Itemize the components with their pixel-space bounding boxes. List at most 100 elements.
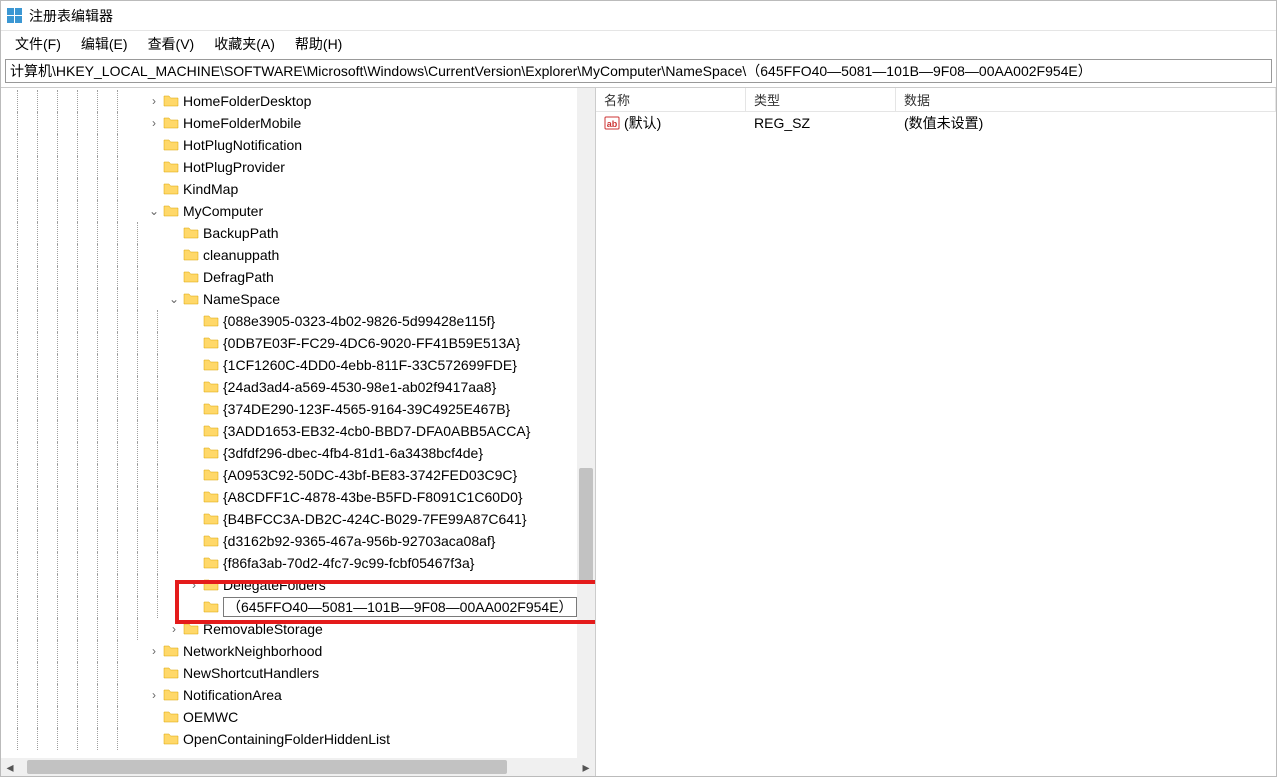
value-data: (数值未设置) (896, 113, 1276, 133)
values-list[interactable]: ab(默认)REG_SZ(数值未设置) (596, 112, 1276, 134)
tree-item-label: cleanuppath (203, 247, 279, 263)
tree-item-label: NetworkNeighborhood (183, 643, 322, 659)
tree-item[interactable]: DefragPath (1, 266, 577, 288)
folder-icon (163, 731, 179, 747)
folder-icon (203, 489, 219, 505)
folder-icon (183, 269, 199, 285)
values-header[interactable]: 名称 类型 数据 (596, 88, 1276, 112)
registry-editor-window: 注册表编辑器 文件(F) 编辑(E) 查看(V) 收藏夹(A) 帮助(H) 计算… (0, 0, 1277, 777)
tree-item-label: HotPlugProvider (183, 159, 285, 175)
scroll-thumb[interactable] (27, 760, 507, 774)
tree-item[interactable]: {A0953C92-50DC-43bf-BE83-3742FED03C9C} (1, 464, 577, 486)
folder-icon (203, 401, 219, 417)
tree-item[interactable]: KindMap (1, 178, 577, 200)
tree-item-label: HomeFolderDesktop (183, 93, 311, 109)
tree-item-label: {A8CDFF1C-4878-43be-B5FD-F8091C1C60D0} (223, 489, 523, 505)
column-data[interactable]: 数据 (896, 88, 1276, 111)
tree-item-label: DefragPath (203, 269, 274, 285)
collapse-icon[interactable]: ⌄ (167, 292, 181, 306)
tree-item-label: NameSpace (203, 291, 280, 307)
tree-item[interactable]: HotPlugProvider (1, 156, 577, 178)
menu-favorites[interactable]: 收藏夹(A) (204, 32, 285, 56)
tree-item[interactable]: OEMWC (1, 706, 577, 728)
tree-item-label: {088e3905-0323-4b02-9826-5d99428e115f} (223, 313, 495, 329)
tree-item[interactable]: {374DE290-123F-4565-9164-39C4925E467B} (1, 398, 577, 420)
tree-item[interactable]: › HomeFolderDesktop (1, 90, 577, 112)
values-panel: 名称 类型 数据 ab(默认)REG_SZ(数值未设置) (596, 88, 1276, 776)
scroll-thumb[interactable] (579, 468, 593, 583)
tree-item-rename-input[interactable] (223, 597, 577, 617)
folder-icon (183, 621, 199, 637)
folder-icon (203, 577, 219, 593)
tree-item-label: RemovableStorage (203, 621, 323, 637)
tree-item[interactable]: OpenContainingFolderHiddenList (1, 728, 577, 750)
column-name[interactable]: 名称 (596, 88, 746, 111)
folder-icon (163, 93, 179, 109)
collapse-icon[interactable]: ⌄ (147, 204, 161, 218)
tree-item[interactable]: ⌄ NameSpace (1, 288, 577, 310)
tree-item-label: OpenContainingFolderHiddenList (183, 731, 390, 747)
tree-item-label: {374DE290-123F-4565-9164-39C4925E467B} (223, 401, 510, 417)
tree-item[interactable]: {3ADD1653-EB32-4cb0-BBD7-DFA0ABB5ACCA} (1, 420, 577, 442)
tree-item[interactable] (1, 596, 577, 618)
scroll-right-button[interactable]: ▸ (577, 758, 595, 776)
value-row[interactable]: ab(默认)REG_SZ(数值未设置) (596, 112, 1276, 134)
tree-item-label: {d3162b92-9365-467a-956b-92703aca08af} (223, 533, 495, 549)
menu-edit[interactable]: 编辑(E) (71, 32, 138, 56)
menu-help[interactable]: 帮助(H) (285, 32, 352, 56)
tree-item-label: OEMWC (183, 709, 238, 725)
folder-icon (203, 335, 219, 351)
tree-item[interactable]: {3dfdf296-dbec-4fb4-81d1-6a3438bcf4de} (1, 442, 577, 464)
tree-item[interactable]: {0DB7E03F-FC29-4DC6-9020-FF41B59E513A} (1, 332, 577, 354)
folder-icon (183, 291, 199, 307)
tree-horizontal-scrollbar[interactable]: ◂ ▸ (1, 758, 595, 776)
tree-item[interactable]: {f86fa3ab-70d2-4fc7-9c99-fcbf05467f3a} (1, 552, 577, 574)
tree-item-label: {B4BFCC3A-DB2C-424C-B029-7FE99A87C641} (223, 511, 527, 527)
tree-item-label: {24ad3ad4-a569-4530-98e1-ab02f9417aa8} (223, 379, 496, 395)
column-type[interactable]: 类型 (746, 88, 896, 111)
scroll-left-button[interactable]: ◂ (1, 758, 19, 776)
menu-bar: 文件(F) 编辑(E) 查看(V) 收藏夹(A) 帮助(H) (1, 31, 1276, 57)
tree-item-label: {A0953C92-50DC-43bf-BE83-3742FED03C9C} (223, 467, 517, 483)
tree-item[interactable]: ›HomeFolderMobile (1, 112, 577, 134)
tree-item[interactable]: › RemovableStorage (1, 618, 577, 640)
tree-item[interactable]: {1CF1260C-4DD0-4ebb-811F-33C572699FDE} (1, 354, 577, 376)
tree-item[interactable]: cleanuppath (1, 244, 577, 266)
app-icon (7, 8, 23, 24)
expand-icon[interactable]: › (147, 644, 161, 658)
tree-item[interactable]: {B4BFCC3A-DB2C-424C-B029-7FE99A87C641} (1, 508, 577, 530)
folder-icon (183, 225, 199, 241)
expand-icon[interactable]: › (147, 116, 161, 130)
tree-item[interactable]: {24ad3ad4-a569-4530-98e1-ab02f9417aa8} (1, 376, 577, 398)
tree-item[interactable]: {d3162b92-9365-467a-956b-92703aca08af} (1, 530, 577, 552)
tree-item[interactable]: › NetworkNeighborhood (1, 640, 577, 662)
folder-icon (203, 357, 219, 373)
folder-icon (203, 313, 219, 329)
menu-file[interactable]: 文件(F) (5, 32, 71, 56)
tree-item-label: DelegateFolders (223, 577, 326, 593)
expand-icon[interactable]: › (147, 94, 161, 108)
folder-icon (163, 137, 179, 153)
registry-tree[interactable]: ›HomeFolderDesktop›HomeFolderMobileHotPl… (1, 88, 577, 758)
tree-item[interactable]: ›NotificationArea (1, 684, 577, 706)
tree-item[interactable]: {A8CDFF1C-4878-43be-B5FD-F8091C1C60D0} (1, 486, 577, 508)
tree-item[interactable]: NewShortcutHandlers (1, 662, 577, 684)
menu-view[interactable]: 查看(V) (138, 32, 205, 56)
folder-icon (163, 159, 179, 175)
tree-item[interactable]: › DelegateFolders (1, 574, 577, 596)
folder-icon (163, 687, 179, 703)
window-title: 注册表编辑器 (29, 6, 113, 26)
expand-icon[interactable]: › (147, 688, 161, 702)
address-bar[interactable]: 计算机\HKEY_LOCAL_MACHINE\SOFTWARE\Microsof… (5, 59, 1272, 83)
folder-icon (163, 115, 179, 131)
tree-vertical-scrollbar[interactable] (577, 88, 595, 758)
folder-icon (203, 511, 219, 527)
tree-item[interactable]: BackupPath (1, 222, 577, 244)
tree-item[interactable]: HotPlugNotification (1, 134, 577, 156)
folder-icon (163, 665, 179, 681)
title-bar[interactable]: 注册表编辑器 (1, 1, 1276, 31)
tree-item[interactable]: ⌄MyComputer (1, 200, 577, 222)
expand-icon[interactable]: › (187, 578, 201, 592)
tree-item[interactable]: {088e3905-0323-4b02-9826-5d99428e115f} (1, 310, 577, 332)
expand-icon[interactable]: › (167, 622, 181, 636)
